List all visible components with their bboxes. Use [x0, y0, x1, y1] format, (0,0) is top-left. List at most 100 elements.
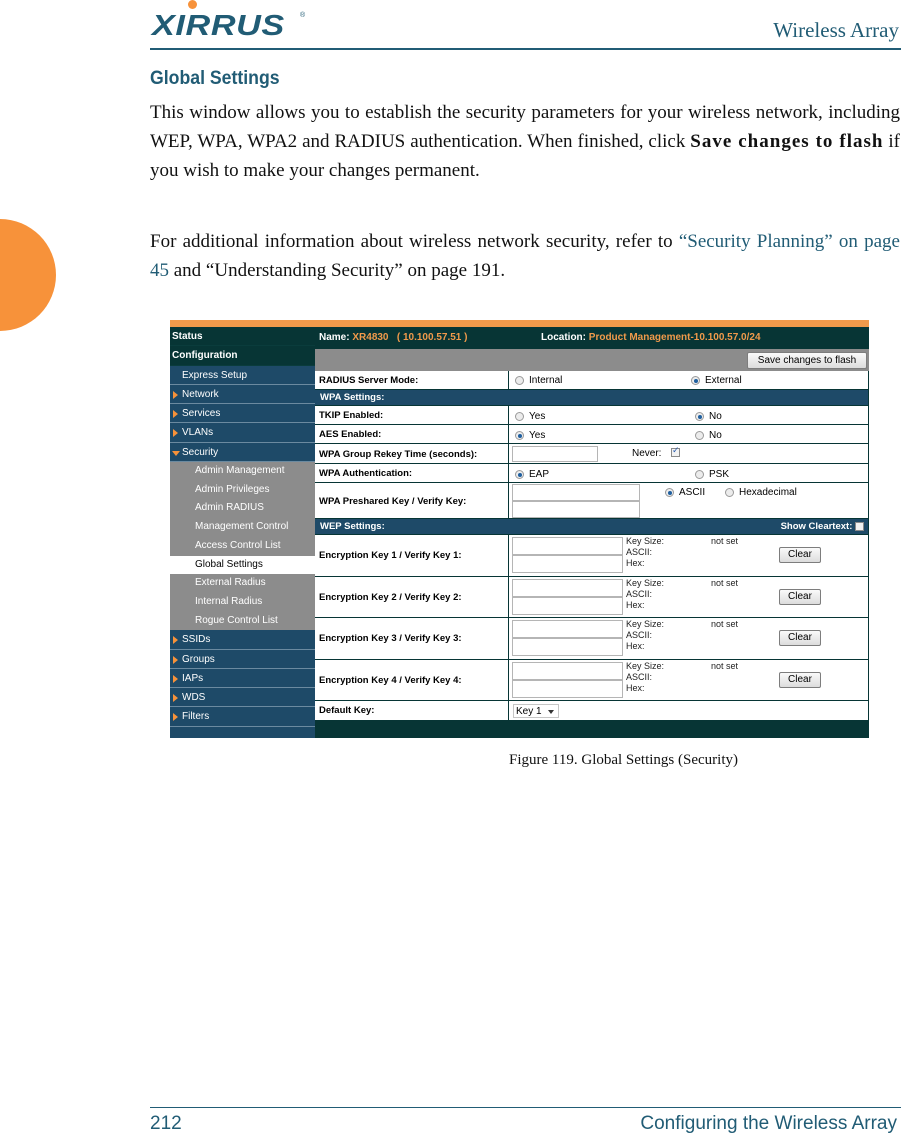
radius-external-radio[interactable]: External: [691, 375, 742, 386]
clear-key-button[interactable]: Clear: [779, 588, 821, 605]
radius-server-mode-cell: Internal External: [508, 371, 868, 389]
wep-verify-key-input[interactable]: [512, 679, 623, 698]
wpa-auth-cell: EAP PSK: [508, 464, 868, 482]
hex-label: Hex:: [626, 682, 645, 693]
sidebar-item-iaps[interactable]: IAPs: [170, 669, 315, 689]
tkip-yes-radio[interactable]: Yes: [515, 411, 545, 422]
section-title: Global Settings: [150, 68, 280, 89]
sidebar-item-wds[interactable]: WDS: [170, 688, 315, 708]
hex-label: Hex:: [626, 599, 645, 610]
radio-label: External: [705, 375, 742, 386]
sidebar-subitem-admin-management[interactable]: Admin Management: [170, 462, 315, 481]
wep-settings-header: WEP Settings: Show Cleartext:: [315, 519, 868, 535]
aes-yes-radio[interactable]: Yes: [515, 430, 545, 441]
sidebar-item-services[interactable]: Services: [170, 404, 315, 424]
figure-caption-text: Figure 119. Global Settings (Security): [509, 752, 738, 768]
array-name: Name: XR4830 ( 10.100.57.51 ): [319, 327, 467, 349]
show-cleartext-checkbox[interactable]: [855, 521, 864, 531]
sidebar-label: IAPs: [182, 672, 204, 684]
chapter-title: Configuring the Wireless Array: [640, 1113, 897, 1134]
default-key-select[interactable]: Key 1: [513, 704, 559, 718]
caret-right-icon: [173, 655, 178, 664]
key-size-value: not set: [711, 660, 739, 671]
save-changes-to-flash-button[interactable]: Save changes to flash: [747, 352, 867, 369]
never-checkbox[interactable]: [671, 445, 680, 457]
tkip-label: TKIP Enabled:: [319, 410, 384, 421]
caret-right-icon: [173, 713, 178, 722]
caret-right-icon: [173, 694, 178, 703]
wep-key-cell: Key Size: ASCII: Hex: not set Clear: [508, 576, 868, 617]
radio-icon: [695, 470, 704, 479]
sidebar-item-groups[interactable]: Groups: [170, 650, 315, 669]
chevron-down-icon: [548, 710, 554, 714]
sidebar-subitem-external-radius[interactable]: External Radius: [170, 574, 315, 593]
wep-settings-title: WEP Settings:: [320, 521, 385, 532]
footer-divider: [150, 1107, 901, 1108]
wpa-auth-psk-radio[interactable]: PSK: [695, 469, 729, 480]
psk-hex-radio[interactable]: Hexadecimal: [725, 487, 797, 498]
caret-right-icon: [173, 674, 178, 683]
wep-key-input[interactable]: [512, 578, 623, 597]
caret-down-icon: [172, 450, 180, 456]
radio-label: No: [709, 411, 722, 422]
psk-verify-input[interactable]: [512, 501, 640, 518]
wpa-auth-eap-radio[interactable]: EAP: [515, 469, 549, 480]
key-size-value: not set: [711, 619, 739, 629]
figure-caption: Figure 119. Global Settings (Security): [0, 752, 901, 769]
array-location: Location: Product Management-10.100.57.0…: [541, 327, 761, 349]
clear-key-button[interactable]: Clear: [779, 547, 821, 563]
wep-key-row: Encryption Key 3 / Verify Key 3: Key Size…: [315, 618, 868, 660]
clear-key-button[interactable]: Clear: [779, 630, 821, 646]
sidebar-item-status[interactable]: Status: [170, 327, 315, 347]
psk-ascii-radio[interactable]: ASCII: [665, 487, 705, 498]
sidebar-subitem-internal-radius[interactable]: Internal Radius: [170, 592, 315, 612]
sidebar-subitem-access-control-list[interactable]: Access Control List: [170, 536, 315, 556]
intro-bold: Save changes to flash: [690, 131, 884, 152]
sidebar-item-express-setup[interactable]: Express Setup: [170, 366, 315, 385]
wep-key-input[interactable]: [512, 620, 623, 638]
default-key-value: Key 1: [516, 706, 542, 717]
sidebar-label: Network: [182, 388, 219, 400]
rekey-time-input[interactable]: [512, 446, 598, 462]
wep-key-row: Encryption Key 1 / Verify Key 1: Key Size…: [315, 535, 868, 577]
clear-key-button[interactable]: Clear: [779, 671, 821, 688]
sidebar-subitem-admin-radius[interactable]: Admin RADIUS: [170, 499, 315, 519]
radio-label: Yes: [529, 411, 546, 422]
wep-key-row: Encryption Key 2 / Verify Key 2: Key Size…: [315, 576, 868, 618]
aes-no-radio[interactable]: No: [695, 430, 722, 441]
default-key-row: Default Key: Key 1: [315, 701, 868, 720]
rekey-row: WPA Group Rekey Time (seconds): Never:: [315, 444, 868, 464]
wep-key-row: Encryption Key 4 / Verify Key 4: Key Size…: [315, 659, 868, 701]
sidebar-item-filters[interactable]: Filters: [170, 707, 315, 727]
sidebar-subitem-rogue-control-list[interactable]: Rogue Control List: [170, 611, 315, 631]
header-divider: [150, 48, 901, 50]
key-size-value: not set: [711, 536, 739, 546]
hex-label: Hex:: [626, 641, 645, 651]
sidebar-subitem-management-control[interactable]: Management Control: [170, 518, 315, 537]
sidebar-item-ssids[interactable]: SSIDs: [170, 630, 315, 650]
sidebar-item-configuration[interactable]: Configuration: [170, 346, 315, 366]
wep-key-label: Encryption Key 4 / Verify Key 4:: [319, 674, 462, 686]
wep-verify-key-input[interactable]: [512, 596, 623, 615]
sidebar-item-network[interactable]: Network: [170, 385, 315, 405]
sidebar-label: VLANs: [182, 427, 214, 439]
psk-row: WPA Preshared Key / Verify Key: ASCII He…: [315, 483, 868, 519]
wep-key-input[interactable]: [512, 661, 623, 680]
ascii-label: ASCII:: [626, 547, 653, 557]
sidebar-item-security[interactable]: Security: [170, 443, 315, 463]
sidebar-subitem-global-settings[interactable]: Global Settings: [170, 555, 315, 575]
tkip-no-radio[interactable]: No: [695, 411, 722, 422]
wep-verify-key-input[interactable]: [512, 638, 623, 656]
wep-verify-key-input[interactable]: [512, 555, 623, 573]
sidebar-subitem-admin-privileges[interactable]: Admin Privileges: [170, 480, 315, 500]
wep-key-input[interactable]: [512, 537, 623, 555]
sidebar-item-vlans[interactable]: VLANs: [170, 423, 315, 443]
key-size-label: Key Size:: [626, 619, 665, 629]
screenshot-top-bar: [170, 320, 869, 327]
name-value: XR4830: [352, 332, 389, 343]
psk-key-input[interactable]: [512, 484, 640, 501]
radius-internal-radio[interactable]: Internal: [515, 375, 562, 386]
never-label: Never:: [632, 448, 662, 459]
global-settings-form: RADIUS Server Mode: Internal External WP…: [315, 371, 869, 720]
page-number: 212: [150, 1113, 182, 1134]
